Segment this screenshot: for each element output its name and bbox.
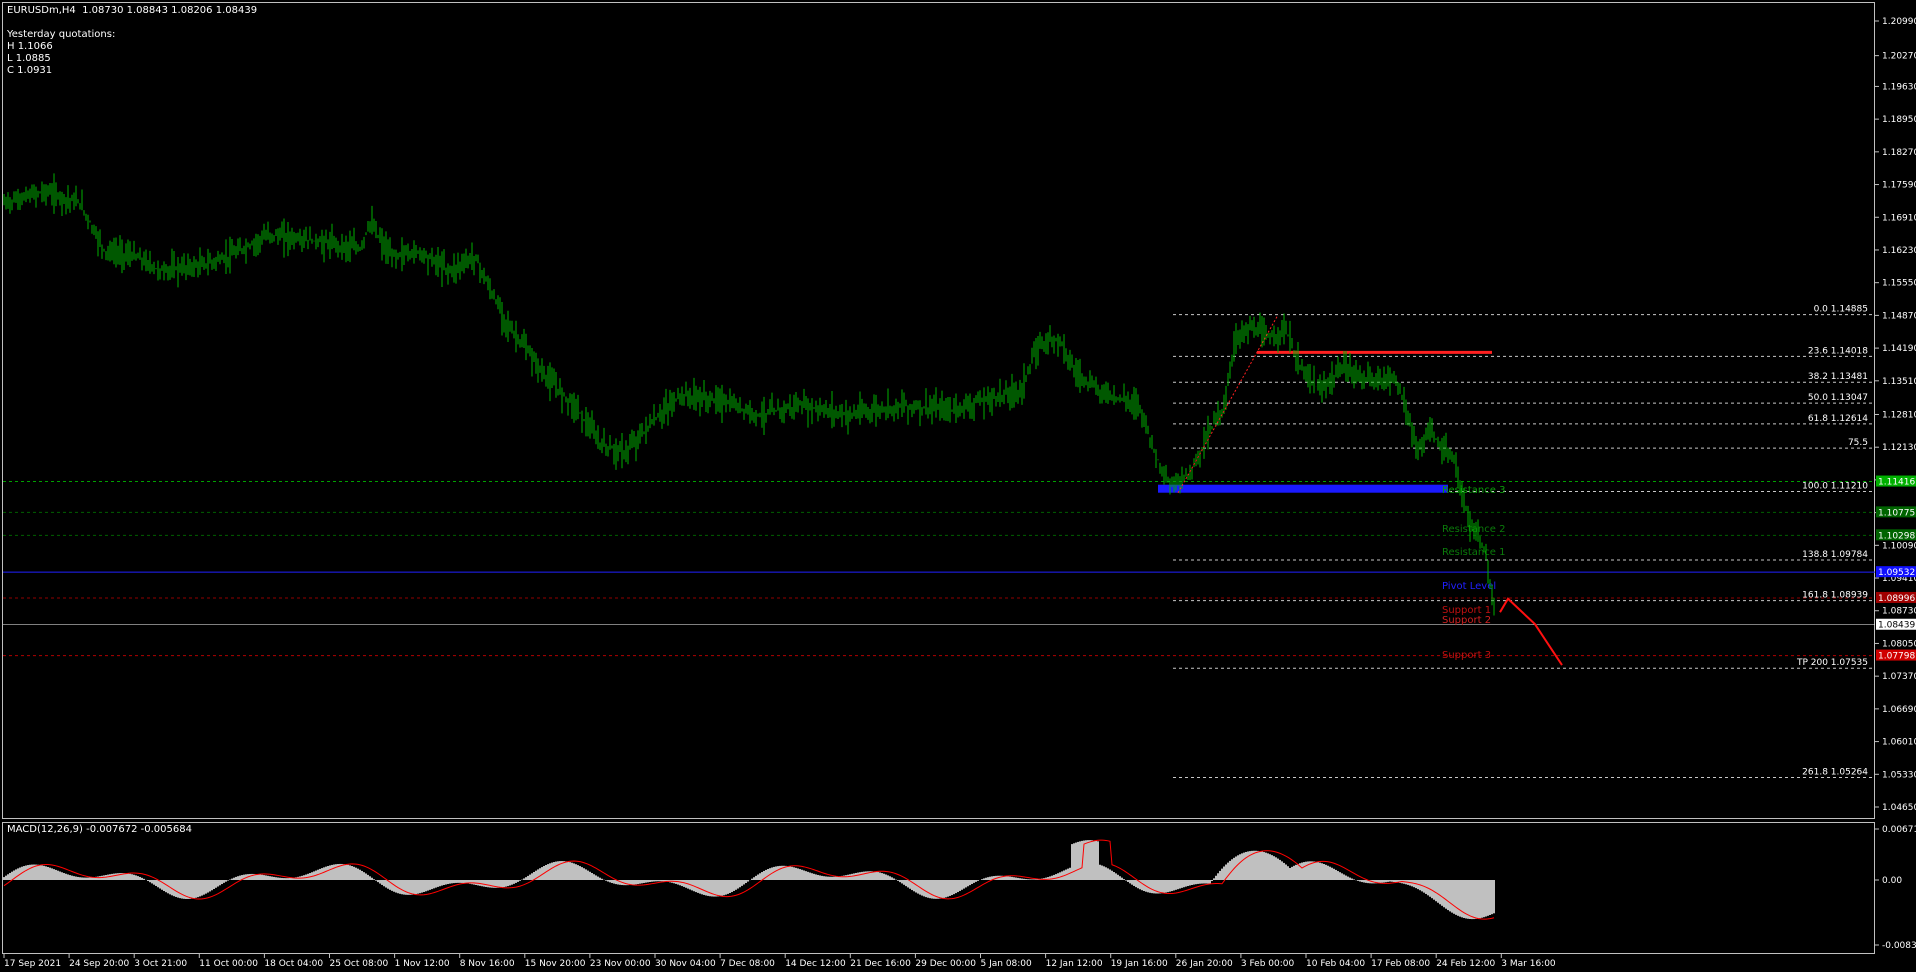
fibo-label: 0.0 1.14885 — [1814, 305, 1868, 315]
svg-text:1.07798: 1.07798 — [1878, 652, 1915, 662]
fibo-label: 75.5 — [1848, 438, 1868, 448]
price-axis-label: 1.12810 — [1882, 410, 1916, 420]
price-axis-label: 1.04650 — [1882, 803, 1916, 813]
price-axis-label: 1.17590 — [1882, 181, 1916, 191]
svg-text:1.10298: 1.10298 — [1878, 531, 1915, 541]
price-axis-label: 1.12130 — [1882, 443, 1916, 453]
price-tag: 1.11416 — [1876, 475, 1916, 488]
price-axis-label: 1.20270 — [1882, 52, 1916, 62]
price-axis-label: 1.19630 — [1882, 82, 1916, 92]
price-tag: 1.09532 — [1876, 566, 1916, 578]
macd-axis-label: -0.008357 — [1882, 941, 1916, 951]
pivot-label: Resistance 3 — [1442, 485, 1505, 496]
time-axis-label: 24 Feb 12:00 — [1436, 959, 1495, 969]
time-axis-label: 7 Dec 08:00 — [720, 959, 775, 969]
price-tag: 1.07798 — [1876, 649, 1916, 662]
time-axis-label: 3 Feb 00:00 — [1241, 959, 1295, 969]
time-axis-label: 25 Oct 08:00 — [330, 959, 389, 969]
svg-text:1.08439: 1.08439 — [1878, 621, 1915, 631]
fibo-label: TP 200 1.07535 — [1796, 658, 1868, 668]
fibo-label: 100.0 1.11210 — [1802, 481, 1868, 491]
fibo-label: 38.2 1.13481 — [1808, 372, 1868, 382]
fibo-trend-line — [1177, 314, 1279, 494]
time-axis-label: 14 Dec 12:00 — [785, 959, 846, 969]
time-axis-label: 30 Nov 04:00 — [655, 959, 716, 969]
macd-axis-label: 0.00 — [1882, 876, 1902, 886]
price-chart-svg[interactable]: 1.20990 1.20270 1.19630 1.18950 1.18270 1.175… — [0, 0, 1916, 972]
time-axis-label: 17 Feb 08:00 — [1371, 959, 1430, 969]
pivot-label: Resistance 1 — [1442, 547, 1505, 558]
price-tag: 1.10298 — [1876, 529, 1916, 541]
price-axis-label: 1.14870 — [1882, 311, 1916, 321]
blue-zone — [1158, 484, 1448, 493]
price-axis-label: 1.20990 — [1882, 17, 1916, 27]
time-axis-label: 1 Nov 12:00 — [395, 959, 450, 969]
fibo-label: 23.6 1.14018 — [1808, 346, 1868, 356]
price-axis-label: 1.14190 — [1882, 344, 1916, 354]
pivot-label: Support 3 — [1442, 650, 1491, 661]
time-axis-label: 24 Sep 20:00 — [69, 959, 129, 969]
macd-histogram — [3, 840, 1495, 920]
price-axis-label: 1.07370 — [1882, 672, 1916, 682]
price-axis-label: 1.10090 — [1882, 541, 1916, 551]
price-axis-label: 1.08050 — [1882, 639, 1916, 649]
fibo-label: 161.8 1.08939 — [1802, 591, 1868, 601]
fibo-label: 61.8 1.12614 — [1808, 414, 1868, 424]
price-axis-label: 1.06690 — [1882, 705, 1916, 715]
pivot-label: Support 2 — [1442, 615, 1491, 626]
time-axis-label: 3 Mar 16:00 — [1501, 959, 1556, 969]
price-axis-label: 1.16230 — [1882, 246, 1916, 256]
price-axis-label: 1.18950 — [1882, 115, 1916, 125]
svg-text:1.09532: 1.09532 — [1878, 568, 1915, 578]
time-axis-label: 10 Feb 04:00 — [1306, 959, 1365, 969]
time-axis-label: 17 Sep 2021 — [4, 959, 61, 969]
price-tag: 1.08439 — [1876, 618, 1916, 631]
price-axis-label: 1.08730 — [1882, 607, 1916, 617]
time-axis-label: 29 Dec 00:00 — [915, 959, 976, 969]
time-axis-label: 23 Nov 00:00 — [590, 959, 651, 969]
time-axis-label: 11 Oct 00:00 — [199, 959, 258, 969]
time-axis-label: 5 Jan 08:00 — [981, 959, 1033, 969]
time-axis-label: 3 Oct 21:00 — [134, 959, 187, 969]
price-axis-label: 1.06010 — [1882, 738, 1916, 748]
fibo-label: 50.0 1.13047 — [1808, 393, 1868, 403]
svg-text:1.10775: 1.10775 — [1878, 508, 1915, 518]
price-axis-label: 1.18270 — [1882, 148, 1916, 158]
time-axis-label: 26 Jan 20:00 — [1176, 959, 1233, 969]
time-axis-label: 21 Dec 16:00 — [850, 959, 911, 969]
time-axis-label: 8 Nov 16:00 — [460, 959, 515, 969]
svg-text:1.11416: 1.11416 — [1878, 478, 1915, 488]
time-axis-label: 12 Jan 12:00 — [1046, 959, 1103, 969]
svg-text:1.08996: 1.08996 — [1878, 594, 1915, 604]
price-axis-label: 1.05330 — [1882, 770, 1916, 780]
price-axis-label: 1.16910 — [1882, 213, 1916, 223]
fibo-label: 261.8 1.05264 — [1802, 767, 1868, 777]
macd-axis-label: 0.006714 — [1882, 825, 1916, 835]
price-axis-label: 1.15550 — [1882, 279, 1916, 289]
time-axis-label: 18 Oct 04:00 — [264, 959, 323, 969]
price-tag: 1.10775 — [1876, 506, 1916, 518]
price-axis-label: 1.13510 — [1882, 377, 1916, 387]
time-axis-label: 15 Nov 20:00 — [525, 959, 586, 969]
time-axis-label: 19 Jan 16:00 — [1111, 959, 1168, 969]
candles — [3, 173, 1495, 616]
fibo-label: 138.8 1.09784 — [1802, 550, 1868, 560]
price-tag: 1.08996 — [1876, 591, 1916, 604]
